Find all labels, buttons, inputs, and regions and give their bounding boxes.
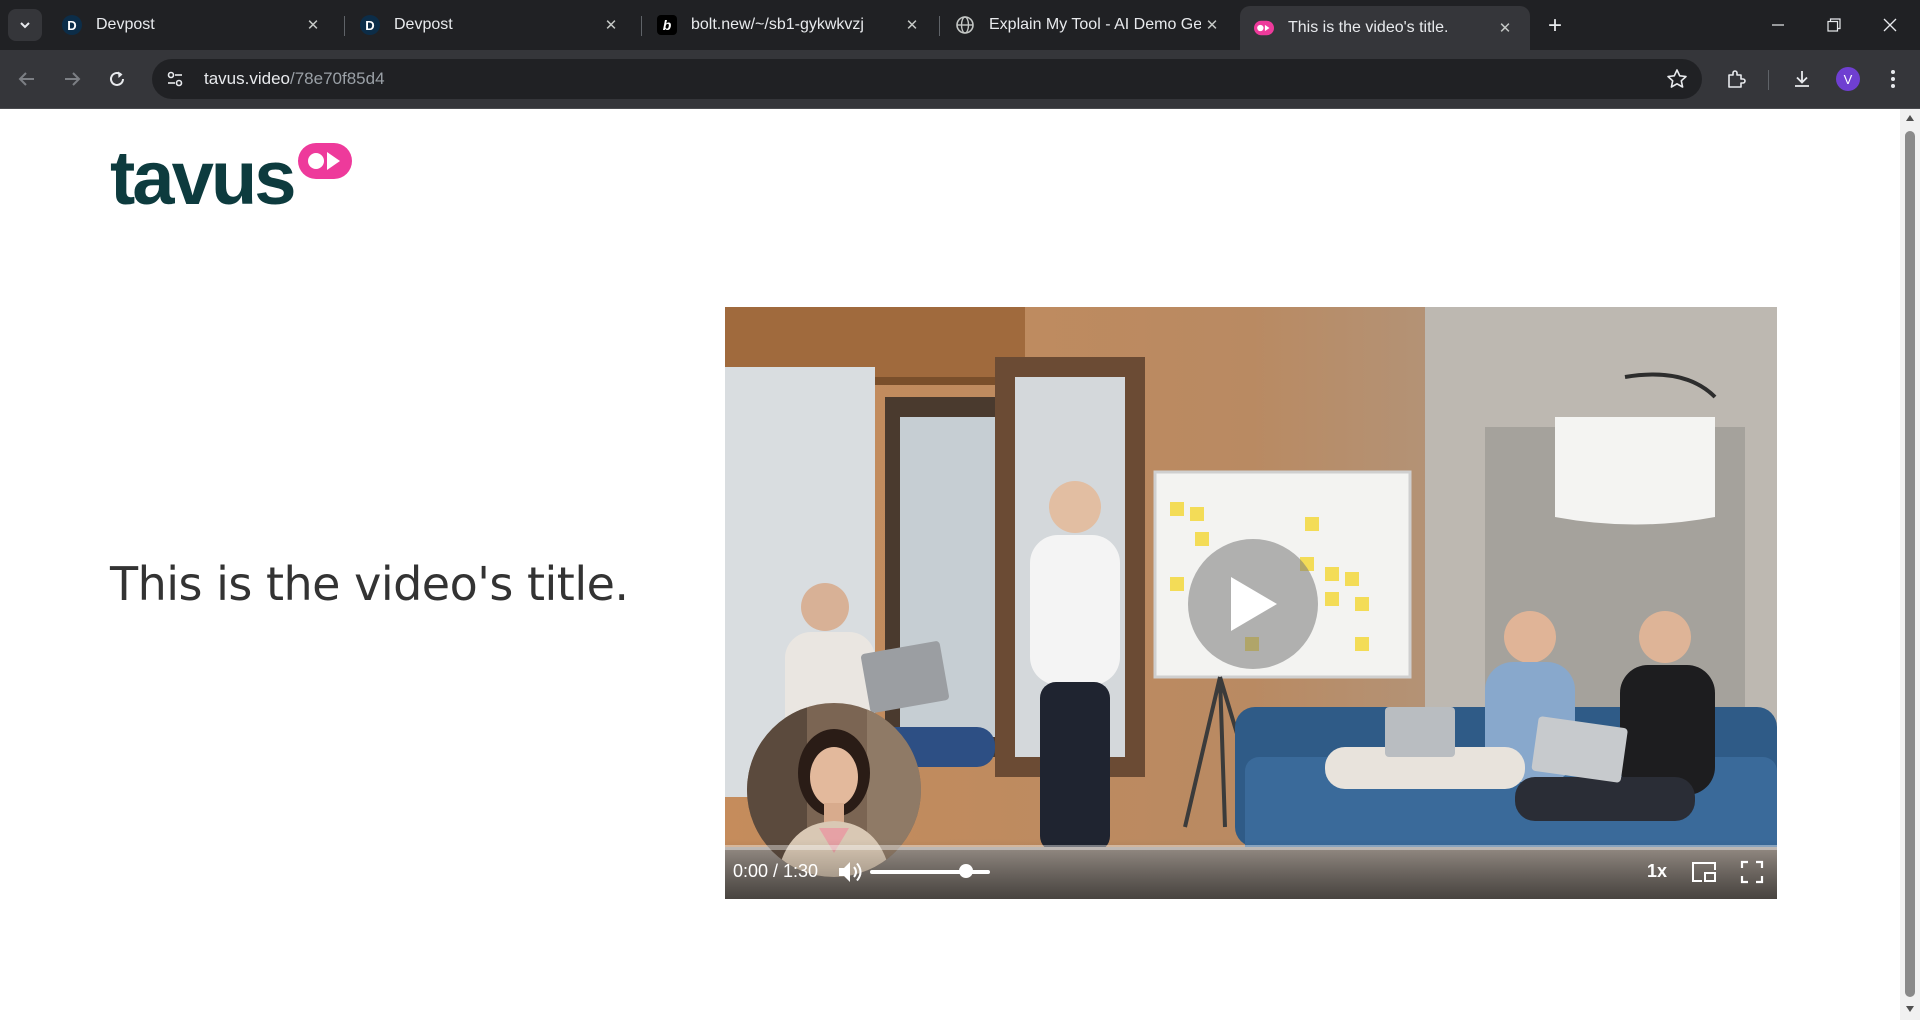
logo-wordmark: tavus (110, 136, 297, 221)
restore-button[interactable] (1804, 0, 1864, 50)
page-title: This is the video's title. (110, 557, 629, 611)
tab-title: This is the video's title. (1288, 19, 1449, 36)
tab-title: Explain My Tool - AI Demo Gen (989, 16, 1201, 33)
tab-explain-my-tool[interactable]: Explain My Tool - AI Demo Gen ✕ (941, 6, 1237, 44)
close-icon (1883, 18, 1897, 32)
tavus-logo[interactable]: tavus (110, 141, 352, 217)
bolt-b-icon: b (657, 15, 677, 35)
fullscreen-button[interactable] (1735, 855, 1769, 889)
page-content: tavus This is the video's title. 0:00 / … (0, 109, 1900, 1020)
picture-in-picture-icon (1692, 862, 1716, 882)
plus-icon: + (1547, 12, 1562, 39)
restore-icon (1827, 18, 1841, 32)
volume-slider-handle[interactable] (959, 864, 973, 878)
tab-separator (344, 16, 345, 36)
close-icon[interactable]: ✕ (1201, 14, 1223, 36)
toolbar-divider (1768, 70, 1769, 90)
devpost-d-icon: D (62, 15, 82, 35)
tab-devpost-1[interactable]: D Devpost ✕ (48, 6, 338, 44)
play-icon (1231, 577, 1277, 631)
page-scrollbar[interactable] (1900, 109, 1920, 1020)
tab-devpost-2[interactable]: D Devpost ✕ (346, 6, 636, 44)
menu-button[interactable] (1876, 62, 1910, 96)
fullscreen-icon (1740, 860, 1764, 884)
address-bar[interactable]: tavus.video/78e70f85d4 (152, 59, 1702, 99)
close-window-button[interactable] (1860, 0, 1920, 50)
download-icon (1795, 71, 1809, 87)
tune-icon (167, 71, 183, 87)
volume-icon (839, 862, 862, 882)
url-domain: tavus.video (204, 69, 290, 88)
star-icon (1667, 69, 1687, 88)
tab-bolt[interactable]: b bolt.new/~/sb1-gykwkvzj ✕ (643, 6, 937, 44)
chevron-down-icon (20, 22, 30, 29)
scrollbar-thumb[interactable] (1905, 131, 1915, 997)
reload-icon (110, 71, 124, 86)
close-icon[interactable]: ✕ (1494, 17, 1516, 39)
tab-search-button[interactable] (8, 9, 42, 41)
scroll-up-arrow-icon[interactable] (1905, 113, 1915, 123)
url-text: tavus.video/78e70f85d4 (204, 69, 385, 89)
mute-button[interactable] (833, 855, 867, 889)
tab-tavus-active[interactable]: This is the video's title. ✕ (1240, 6, 1530, 50)
reload-button[interactable] (100, 62, 134, 96)
profile-button[interactable]: V (1831, 62, 1865, 96)
tab-title: bolt.new/~/sb1-gykwkvzj (691, 16, 864, 33)
minimize-icon (1772, 24, 1784, 26)
globe-icon (955, 15, 975, 35)
more-vert-icon (1891, 70, 1895, 88)
tavus-logo-icon (297, 143, 352, 179)
extensions-button[interactable] (1719, 62, 1753, 96)
tab-separator (939, 16, 940, 36)
puzzle-icon (1728, 70, 1746, 88)
tab-separator (641, 16, 642, 36)
avatar: V (1836, 67, 1860, 91)
devpost-d-icon: D (360, 15, 380, 35)
arrow-right-icon (65, 72, 81, 86)
minimize-button[interactable] (1748, 0, 1808, 50)
play-button[interactable] (1188, 539, 1318, 669)
scroll-down-arrow-icon[interactable] (1905, 1004, 1915, 1014)
tab-strip: D Devpost ✕ D Devpost ✕ b bolt.new/~/sb1… (0, 0, 1920, 50)
close-icon[interactable]: ✕ (302, 14, 324, 36)
browser-toolbar: tavus.video/78e70f85d4 V (0, 50, 1920, 109)
tavus-icon (1254, 18, 1274, 38)
back-button[interactable] (10, 62, 44, 96)
new-tab-button[interactable]: + (1540, 12, 1570, 40)
progress-bar[interactable] (725, 845, 1777, 850)
time-display: 0:00 / 1:30 (733, 861, 819, 881)
picture-in-picture-button[interactable] (1687, 855, 1721, 889)
video-player[interactable]: 0:00 / 1:30 1x (725, 307, 1777, 899)
tab-title: Devpost (394, 16, 453, 33)
bookmark-star-button[interactable] (1666, 68, 1688, 95)
close-icon[interactable]: ✕ (600, 14, 622, 36)
forward-button[interactable] (55, 62, 89, 96)
url-path: /78e70f85d4 (290, 69, 385, 88)
downloads-button[interactable] (1785, 62, 1819, 96)
arrow-left-icon (18, 72, 34, 86)
site-info-button[interactable] (160, 64, 190, 94)
close-icon[interactable]: ✕ (901, 14, 923, 36)
tab-title: Devpost (96, 16, 155, 33)
playback-speed-button[interactable]: 1x (1647, 861, 1667, 882)
